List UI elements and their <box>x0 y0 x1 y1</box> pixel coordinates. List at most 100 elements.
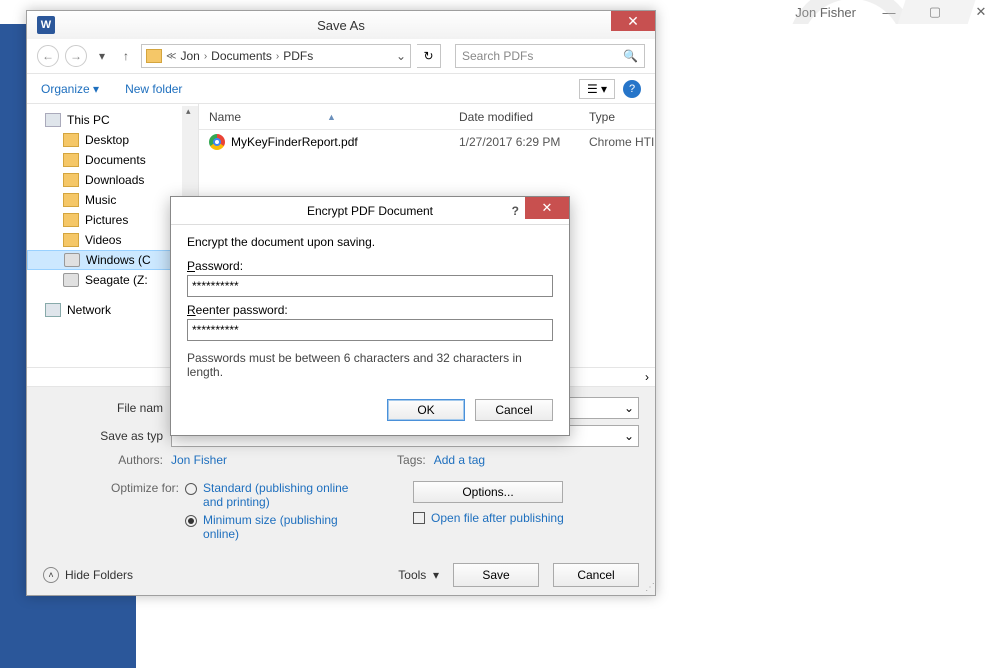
file-row[interactable]: MyKeyFinderReport.pdf 1/27/2017 6:29 PM … <box>199 130 655 154</box>
encrypt-title: Encrypt PDF Document <box>307 204 433 218</box>
chevron-right-icon: › <box>204 51 207 62</box>
chevron-right-icon[interactable]: › <box>645 370 649 384</box>
tree-label: Downloads <box>85 173 144 187</box>
radio-icon <box>185 483 197 495</box>
options-button[interactable]: Options... <box>413 481 563 503</box>
encrypt-pdf-dialog: Encrypt PDF Document ? ✕ Encrypt the doc… <box>170 196 570 436</box>
radio-label: Minimum size (publishing online) <box>203 513 353 541</box>
breadcrumb-seg[interactable]: Documents <box>211 49 272 63</box>
drive-icon <box>63 273 79 287</box>
hide-folders-label: Hide Folders <box>65 568 133 582</box>
tree-label: Seagate (Z: <box>85 273 148 287</box>
breadcrumb-seg[interactable]: PDFs <box>283 49 313 63</box>
encrypt-ok-button[interactable]: OK <box>387 399 465 421</box>
authors-label: Authors: <box>77 453 171 467</box>
chevron-down-icon: ⌄ <box>624 429 634 443</box>
tree-label: Desktop <box>85 133 129 147</box>
chrome-icon <box>209 134 225 150</box>
col-type[interactable]: Type <box>579 110 625 124</box>
folder-icon <box>63 173 79 187</box>
encrypt-cancel-button[interactable]: Cancel <box>475 399 553 421</box>
network-icon <box>45 303 61 317</box>
col-name[interactable]: Name▲ <box>199 110 449 124</box>
folder-icon <box>63 233 79 247</box>
tree-label: Music <box>85 193 116 207</box>
refresh-button[interactable]: ↻ <box>417 44 441 68</box>
folder-icon <box>146 49 162 63</box>
new-folder-button[interactable]: New folder <box>125 82 182 96</box>
encrypt-help-button[interactable]: ? <box>512 204 519 218</box>
encrypt-close-button[interactable]: ✕ <box>525 197 569 219</box>
authors-value[interactable]: Jon Fisher <box>171 453 227 467</box>
sort-asc-icon: ▲ <box>327 112 336 122</box>
tags-label: Tags: <box>397 453 426 467</box>
tree-label: Windows (C <box>86 253 151 267</box>
breadcrumb-seg[interactable]: Jon <box>180 49 199 63</box>
tree-downloads[interactable]: Downloads <box>27 170 198 190</box>
file-list-header: Name▲ Date modified Type <box>199 104 655 130</box>
optimize-minimum-radio[interactable]: Minimum size (publishing online) <box>185 513 353 541</box>
chevron-right-icon: › <box>276 51 279 62</box>
nav-back-button[interactable]: ← <box>37 45 59 67</box>
chevron-right-icon: ≪ <box>166 51 176 62</box>
folder-icon <box>63 133 79 147</box>
save-as-nav-row: ← → ▾ ↑ ≪ Jon › Documents › PDFs ⌄ ↻ Sea… <box>27 39 655 73</box>
reenter-password-input[interactable] <box>187 319 553 341</box>
save-as-title: Save As <box>27 18 655 33</box>
tree-label: This PC <box>67 113 110 127</box>
tree-desktop[interactable]: Desktop <box>27 130 198 150</box>
tree-documents[interactable]: Documents <box>27 150 198 170</box>
help-button[interactable]: ? <box>623 80 641 98</box>
folder-icon <box>63 193 79 207</box>
checkbox-icon <box>413 512 425 524</box>
view-mode-button[interactable]: ☰ ▾ <box>579 79 615 99</box>
save-button[interactable]: Save <box>453 563 539 587</box>
hide-folders-button[interactable]: ˄ Hide Folders <box>43 567 133 583</box>
drive-icon <box>64 253 80 267</box>
folder-icon <box>63 153 79 167</box>
tree-label: Network <box>67 303 111 317</box>
save-as-close-button[interactable]: ✕ <box>611 11 655 31</box>
nav-forward-button[interactable]: → <box>65 45 87 67</box>
col-date[interactable]: Date modified <box>449 110 579 124</box>
open-after-checkbox[interactable]: Open file after publishing <box>413 511 564 525</box>
nav-up-button[interactable]: ↑ <box>117 47 135 65</box>
radio-label: Standard (publishing online and printing… <box>203 481 353 509</box>
optimize-label: Optimize for: <box>111 481 179 545</box>
filename-label: File nam <box>77 401 171 415</box>
encrypt-message: Encrypt the document upon saving. <box>187 235 553 249</box>
chevron-up-icon: ˄ <box>43 567 59 583</box>
tree-label: Pictures <box>85 213 128 227</box>
checkbox-label: Open file after publishing <box>431 511 564 525</box>
save-as-titlebar[interactable]: W Save As ✕ <box>27 11 655 39</box>
organize-menu[interactable]: Organize ▾ <box>41 82 99 96</box>
tree-this-pc[interactable]: This PC <box>27 110 198 130</box>
password-input[interactable] <box>187 275 553 297</box>
password-label: Password: <box>187 259 553 273</box>
tools-menu[interactable]: Tools ▾ <box>398 568 439 582</box>
search-placeholder: Search PDFs <box>462 49 533 63</box>
chevron-down-icon[interactable]: ▾ <box>93 47 111 65</box>
encrypt-titlebar[interactable]: Encrypt PDF Document ? ✕ <box>171 197 569 225</box>
tree-label: Videos <box>85 233 121 247</box>
savetype-label: Save as typ <box>77 429 171 443</box>
file-name: MyKeyFinderReport.pdf <box>231 135 358 149</box>
radio-icon <box>185 515 197 527</box>
search-input[interactable]: Search PDFs 🔍 <box>455 44 645 68</box>
pc-icon <box>45 113 61 127</box>
save-as-toolbar: Organize ▾ New folder ☰ ▾ ? <box>27 73 655 103</box>
tree-label: Documents <box>85 153 146 167</box>
cancel-button[interactable]: Cancel <box>553 563 639 587</box>
file-date: 1/27/2017 6:29 PM <box>449 135 579 149</box>
tags-value[interactable]: Add a tag <box>434 453 485 467</box>
search-icon: 🔍 <box>623 49 638 63</box>
optimize-standard-radio[interactable]: Standard (publishing online and printing… <box>185 481 353 509</box>
reenter-password-label: Reenter password: <box>187 303 553 317</box>
resize-grip[interactable]: ⋰ <box>645 582 653 593</box>
chevron-down-icon: ⌄ <box>624 401 634 415</box>
chevron-down-icon[interactable]: ⌄ <box>396 49 406 63</box>
folder-icon <box>63 213 79 227</box>
save-as-footer: ˄ Hide Folders Tools ▾ Save Cancel <box>27 555 655 595</box>
address-bar[interactable]: ≪ Jon › Documents › PDFs ⌄ <box>141 44 411 68</box>
file-type: Chrome HTI <box>579 135 654 149</box>
